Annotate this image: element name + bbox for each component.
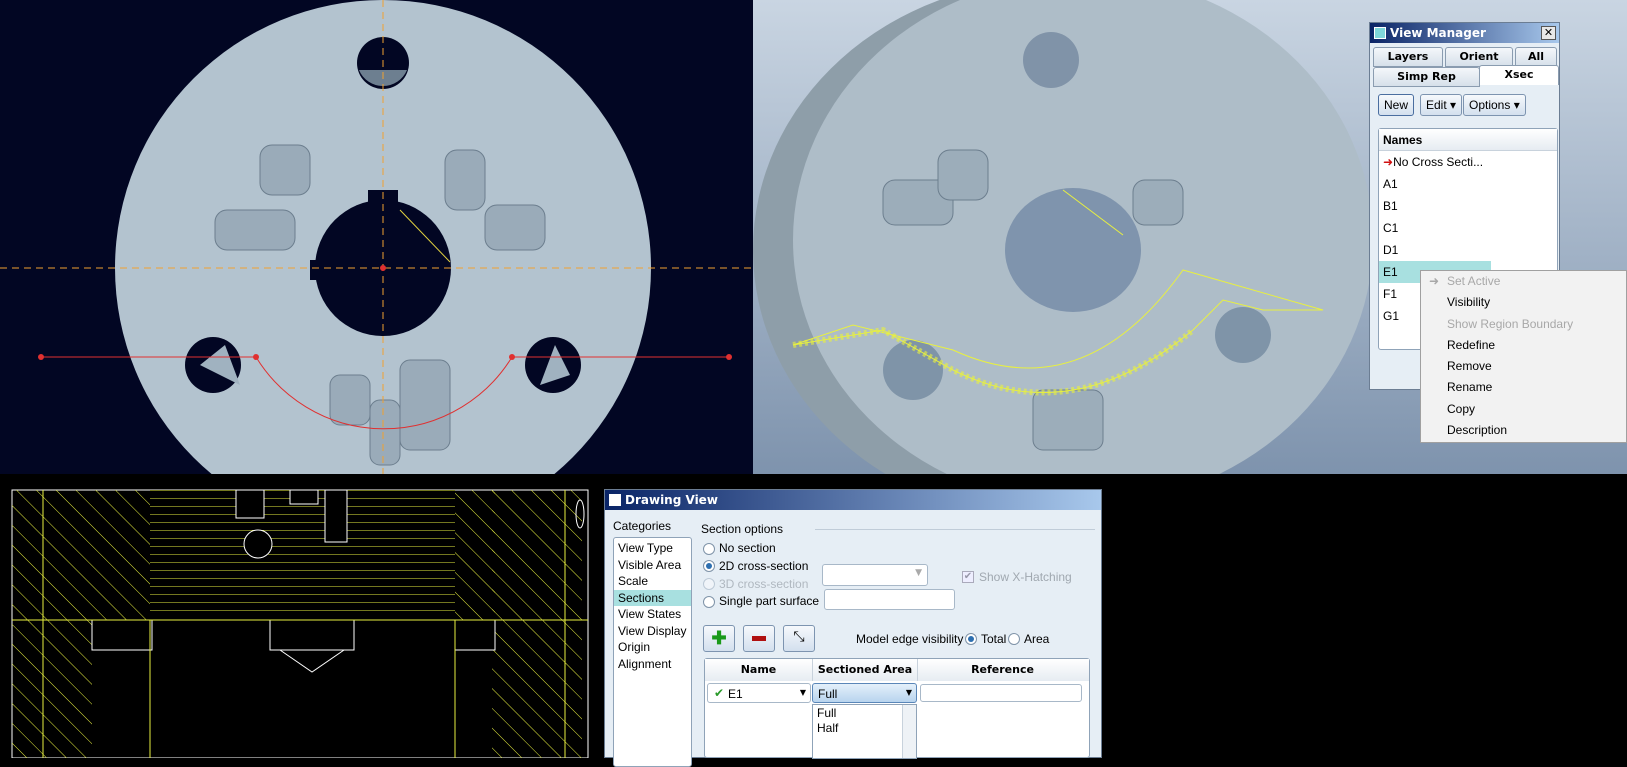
edge-area-radio[interactable] [1008,633,1020,645]
window-title: View Manager [1390,26,1486,40]
drawing-view-dialog: Drawing View Categories View Type Visibl… [604,489,1102,767]
option-full[interactable]: Full [817,706,836,720]
category-scale[interactable]: Scale [614,573,691,590]
2d-cross-section-label: 2D cross-section [719,559,809,573]
arrow-icon: ➜ [1429,274,1440,288]
col-reference[interactable]: Reference [917,659,1087,681]
edge-area-label: Area [1024,632,1050,646]
drawing-sheet-viewport[interactable] [0,474,604,759]
sectioned-area-dropdown[interactable]: Full ▼ [812,683,917,703]
category-view-display[interactable]: View Display [614,623,691,640]
list-item[interactable]: D1 [1379,239,1557,261]
section-name: E1 [728,687,743,701]
option-half[interactable]: Half [817,721,838,735]
chevron-down-icon: ▼ [905,688,912,697]
window-icon [609,494,621,506]
menu-item-rename[interactable]: Rename [1421,377,1626,398]
chevron-down-icon: ▼ [799,688,806,697]
sectioned-area-value: Full [818,687,838,701]
front-view-viewport[interactable] [0,0,753,536]
menu-item-show-region-boundary[interactable]: Show Region Boundary [1421,314,1626,335]
options-button[interactable]: Options ▾ [1463,94,1526,116]
context-menu: ➜ Set Active Visibility Show Region Bound… [1420,270,1627,443]
edge-visibility-label: Model edge visibility [856,632,964,646]
tab-xsec[interactable]: Xsec [1479,65,1559,85]
edge-total-radio[interactable] [965,633,977,645]
edit-label: Edit [1426,98,1447,112]
new-button[interactable]: New [1378,94,1415,116]
sectioned-area-options: Full Half [812,704,917,759]
edge-total-label: Total [981,632,1007,646]
menu-item-visibility[interactable]: Visibility [1421,292,1626,313]
names-header[interactable]: Names [1379,129,1557,151]
menu-item-redefine[interactable]: Redefine [1421,335,1626,356]
section-drawing [11,489,589,759]
tab-orient[interactable]: Orient [1445,47,1513,67]
tab-layers[interactable]: Layers [1373,47,1443,67]
category-origin[interactable]: Origin [614,639,691,656]
cross-section-dropdown[interactable]: ▼ [822,564,928,586]
3d-cross-section-label: 3D cross-section [719,577,809,591]
part-front-view [0,0,753,536]
remove-section-button[interactable] [743,625,775,652]
category-visible-area[interactable]: Visible Area [614,557,691,574]
minus-icon [752,636,766,641]
single-part-surface-label: Single part surface [719,594,820,608]
divider [815,529,1095,530]
close-button[interactable]: ✕ [1541,26,1556,40]
list-item[interactable]: A1 [1379,173,1557,195]
scrollbar[interactable] [902,705,916,758]
single-part-surface-radio[interactable] [703,596,715,608]
categories-list[interactable]: View Type Visible Area Scale Sections Vi… [613,537,692,767]
list-item[interactable]: ➜No Cross Secti... [1379,151,1557,173]
categories-label: Categories [613,519,672,533]
menu-item-remove[interactable]: Remove [1421,356,1626,377]
2d-cross-section-radio[interactable] [703,560,715,572]
window-icon [1374,27,1386,39]
category-alignment[interactable]: Alignment [614,656,691,673]
check-icon: ✔ [714,686,725,700]
edit-button[interactable]: Edit ▾ [1420,94,1463,116]
view-manager-titlebar[interactable]: View Manager ✕ [1370,23,1559,43]
category-view-states[interactable]: View States [614,606,691,623]
window-title: Drawing View [625,493,718,507]
no-section-label: No section [719,541,776,555]
menu-item-description[interactable]: Description [1421,420,1626,441]
show-x-hatching-checkbox[interactable]: ✔ [962,571,974,583]
menu-item-copy[interactable]: Copy [1421,399,1626,420]
reference-field[interactable] [920,684,1082,702]
col-name[interactable]: Name [705,659,812,681]
category-view-type[interactable]: View Type [614,540,691,557]
no-section-radio[interactable] [703,543,715,555]
plus-icon: ✚ [711,628,727,648]
tab-all[interactable]: All [1515,47,1557,67]
flip-section-button[interactable]: ⤡ [783,625,815,652]
list-item[interactable]: B1 [1379,195,1557,217]
show-x-hatching-label: Show X-Hatching [979,570,1072,584]
item-label: No Cross Secti... [1393,155,1484,169]
options-label: Options [1469,98,1511,112]
single-part-surface-field[interactable] [824,589,955,610]
drawing-view-titlebar[interactable]: Drawing View [605,490,1101,510]
chevron-down-icon: ▼ [915,568,922,578]
category-sections[interactable]: Sections [614,589,691,606]
menu-label: Set Active [1447,274,1501,288]
list-item[interactable]: C1 [1379,217,1557,239]
table-header: Name Sectioned Area Reference [705,659,1089,681]
active-arrow-icon: ➜ [1383,155,1394,169]
3d-cross-section-radio[interactable] [703,578,715,590]
col-sectioned-area[interactable]: Sectioned Area [812,659,917,681]
menu-item-set-active[interactable]: ➜ Set Active [1421,271,1626,292]
section-name-dropdown[interactable]: ✔ E1 ▼ [707,683,811,703]
sections-table: Name Sectioned Area Reference ✔ E1 ▼ Full ▼… [704,658,1090,759]
add-section-button[interactable]: ✚ [703,625,735,652]
section-options-label: Section options [701,522,784,536]
tab-simp-rep[interactable]: Simp Rep [1373,67,1480,87]
flip-arrow-icon: ⤡ [793,628,805,644]
